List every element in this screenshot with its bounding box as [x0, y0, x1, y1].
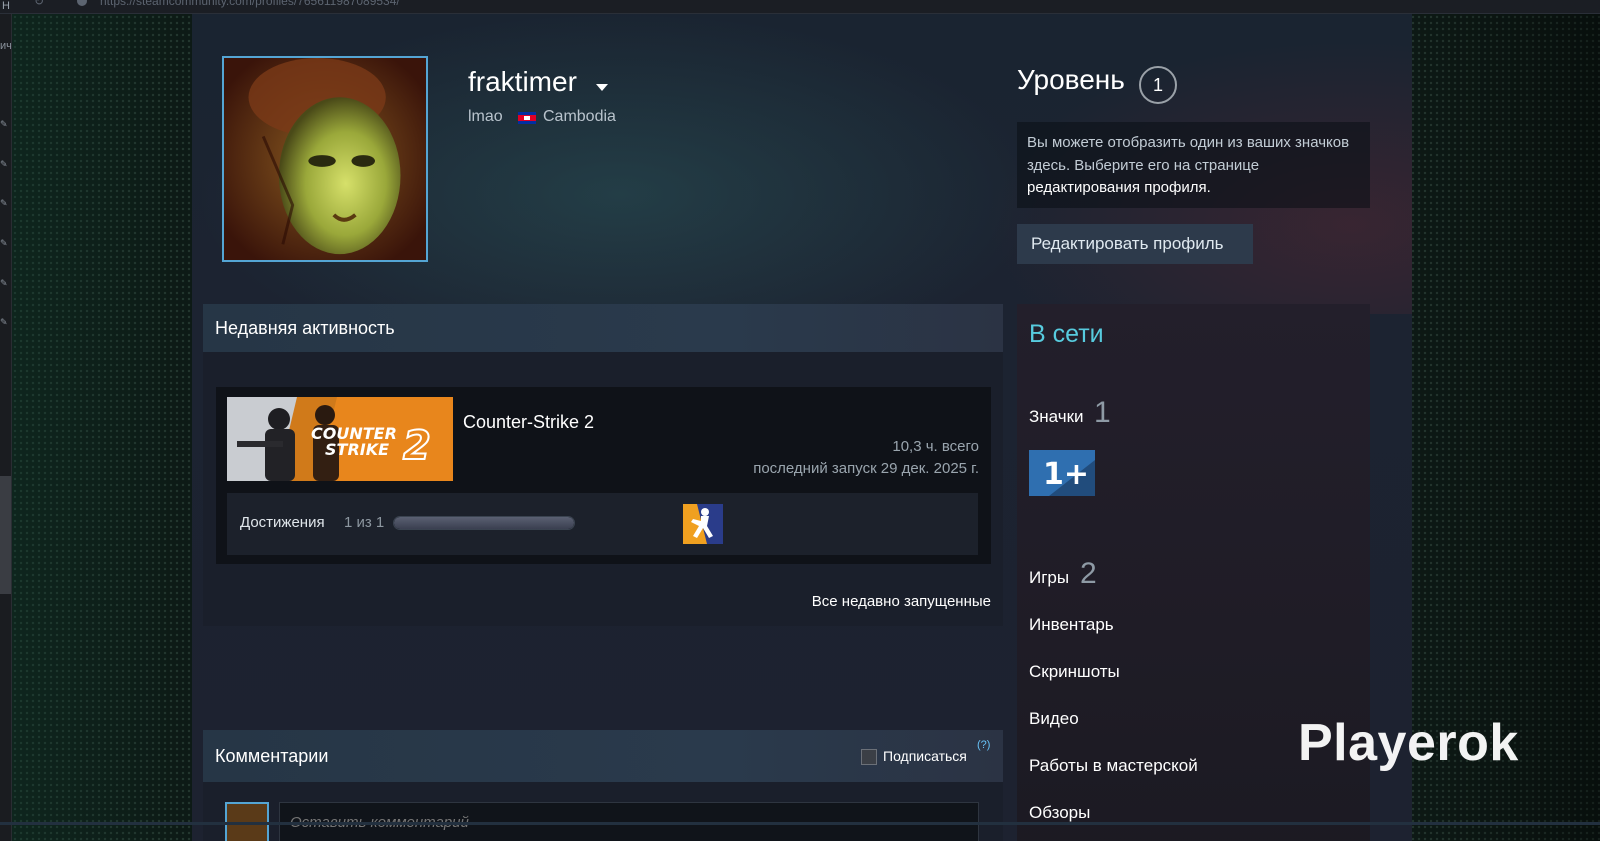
games-count[interactable]: 2 [1080, 557, 1097, 591]
achievements-bar: Достижения 1 из 1 [227, 493, 978, 555]
achievements-label[interactable]: Достижения [240, 514, 325, 531]
toolbar-edge-text: Н [2, 0, 10, 12]
achievements-count: 1 из 1 [344, 514, 385, 531]
pin-icon: ✎ [0, 278, 8, 288]
games-link[interactable]: Игры [1029, 568, 1069, 588]
profile-page: fraktimer lmao Cambodia Уровень 1 Вы мож… [192, 14, 1412, 841]
edit-profile-link[interactable]: редактирования профиля [1027, 179, 1207, 196]
country-flag-icon [518, 112, 536, 124]
strip-block [0, 476, 11, 594]
profile-avatar[interactable] [222, 56, 428, 262]
achievements-progress-fill [394, 517, 574, 529]
address-bar[interactable]: https://steamcommunity.com/profiles/7656… [100, 0, 400, 8]
profile-realname: lmao [468, 108, 503, 125]
level-title: Уровень [1017, 64, 1125, 95]
level-info-end: . [1206, 179, 1211, 196]
videos-link[interactable]: Видео [1029, 709, 1079, 729]
recent-activity-section: Недавняя активность COUNTER STRIKE 2 Cou… [203, 304, 1003, 626]
pin-icon: ✎ [0, 198, 8, 208]
adjacent-window-strip: ич ✎ ✎ ✎ ✎ ✎ ✎ [0, 14, 12, 841]
game-capsule-image[interactable]: COUNTER STRIKE 2 [227, 397, 453, 481]
pin-icon: ✎ [0, 159, 8, 169]
level-info-text: Вы можете отобразить один из ваших значк… [1027, 134, 1350, 174]
pin-icon: ✎ [0, 317, 8, 327]
reviews-link[interactable]: Обзоры [1029, 803, 1090, 823]
achievements-progress-bar [393, 516, 575, 530]
playerok-watermark: Playerok [1298, 714, 1519, 772]
achievement-icon[interactable] [683, 504, 723, 544]
game-hours: 10,3 ч. всего [892, 438, 979, 455]
profile-username: fraktimer [468, 66, 577, 97]
profile-country: Cambodia [543, 108, 616, 125]
mask-avatar-image [224, 58, 426, 260]
all-recent-games-link[interactable]: Все недавно запущенные [812, 593, 991, 610]
online-status: В сети [1029, 320, 1104, 348]
site-info-icon[interactable] [77, 0, 87, 6]
edit-profile-button[interactable]: Редактировать профиль [1017, 224, 1253, 264]
strip-text-fragment: ич [0, 40, 12, 52]
svg-text:1+: 1+ [1043, 457, 1089, 492]
recent-activity-title: Недавняя активность [203, 304, 1003, 352]
badge-tile-icon[interactable]: 1+ [1029, 450, 1095, 496]
badges-link[interactable]: Значки [1029, 407, 1084, 427]
svg-text:STRIKE: STRIKE [325, 440, 389, 459]
screenshots-link[interactable]: Скриншоты [1029, 662, 1120, 682]
workshop-link[interactable]: Работы в мастерской [1029, 756, 1198, 776]
level-badge: 1 [1139, 66, 1177, 104]
inventory-link[interactable]: Инвентарь [1029, 615, 1114, 635]
name-history-caret-icon[interactable] [596, 84, 608, 91]
subscribe-checkbox[interactable] [861, 749, 877, 765]
subscribe-label[interactable]: Подписаться [883, 748, 967, 764]
reload-icon[interactable]: ↻ [34, 0, 44, 8]
subscribe-help-link[interactable]: (?) [977, 739, 990, 751]
level-info-box: Вы можете отобразить один из ваших значк… [1017, 122, 1370, 208]
pin-icon: ✎ [0, 119, 8, 129]
bottom-edge [0, 822, 1600, 825]
game-activity-card: COUNTER STRIKE 2 Counter-Strike 2 10,3 ч… [216, 387, 991, 564]
pin-icon: ✎ [0, 238, 8, 248]
game-last-played: последний запуск 29 дек. 2025 г. [753, 460, 979, 477]
browser-toolbar: Н ↻ https://steamcommunity.com/profiles/… [0, 0, 1600, 14]
game-name-link[interactable]: Counter-Strike 2 [463, 412, 594, 433]
badges-count[interactable]: 1 [1094, 396, 1111, 430]
svg-text:2: 2 [403, 423, 431, 469]
